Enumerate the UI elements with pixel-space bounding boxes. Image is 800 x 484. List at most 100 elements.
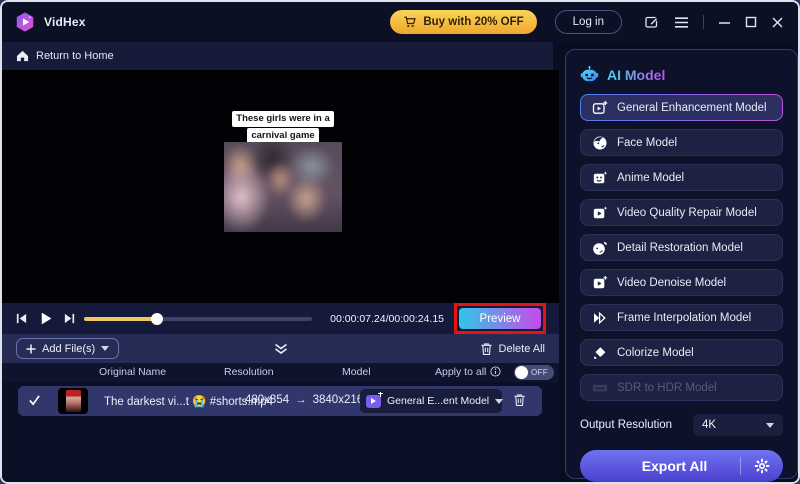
model-item-detail-restoration[interactable]: Detail Restoration Model [580, 234, 783, 261]
video-enhance-mini-icon [366, 391, 383, 408]
frame-interpolation-icon [592, 310, 608, 326]
plus-icon [26, 344, 36, 353]
time-display: 00:00:07.24/00:00:24.15 [330, 312, 444, 325]
model-item-anime[interactable]: Anime Model [580, 164, 783, 191]
video-denoise-icon [592, 275, 608, 291]
play-icon[interactable] [38, 311, 53, 326]
ai-model-panel: AI Model General Enhancement Model Face … [565, 49, 798, 482]
check-icon[interactable] [28, 394, 41, 406]
row-trash-icon[interactable] [513, 393, 526, 407]
export-divider [740, 457, 741, 475]
model-item-face[interactable]: Face Model [580, 129, 783, 156]
hdr-icon: HDR [592, 380, 608, 396]
add-files-label: Add File(s) [42, 342, 96, 355]
model-item-label: SDR to HDR Model [617, 381, 717, 394]
table-row[interactable]: The darkest vi...t 😭 #shorts.mp4 480x854… [18, 386, 542, 416]
video-preview-area: These girls were in a carnival game [2, 70, 559, 303]
model-item-frame-interpolation[interactable]: Frame Interpolation Model [580, 304, 783, 331]
file-toolbar: Add File(s) Delete All [2, 334, 559, 363]
gear-icon[interactable] [754, 458, 770, 474]
output-resolution-row: Output Resolution 4K [580, 414, 783, 436]
delete-all-button[interactable]: Delete All [480, 342, 545, 356]
maximize-icon[interactable] [745, 16, 757, 28]
trash-icon [480, 342, 493, 356]
video-caption-line1: These girls were in a [232, 111, 334, 127]
model-item-label: Frame Interpolation Model [617, 311, 752, 324]
colorize-icon [592, 345, 608, 361]
return-home-button[interactable]: Return to Home [2, 42, 553, 70]
title-bar: VidHex Buy with 20% OFF Log in [2, 2, 798, 42]
output-resolution-select[interactable]: 4K [693, 414, 783, 436]
feedback-icon[interactable] [644, 14, 660, 30]
minimize-icon[interactable] [718, 16, 731, 29]
login-button-label: Log in [572, 16, 604, 28]
header-apply-to-all: Apply to all [435, 366, 501, 378]
model-item-label: General Enhancement Model [617, 101, 767, 114]
video-enhance-icon [592, 100, 608, 116]
header-resolution: Resolution [224, 366, 274, 378]
detail-restoration-icon [592, 240, 608, 256]
resolution-arrow-icon: → [295, 394, 307, 406]
export-all-button[interactable]: Export All [580, 450, 783, 482]
header-model: Model [342, 366, 371, 378]
output-resolution-label: Output Resolution [580, 419, 673, 431]
video-thumbnail [58, 388, 88, 414]
output-resolution-value: 4K [702, 419, 717, 431]
row-model-value: General E...ent Model [387, 395, 490, 407]
chevron-down-icon [766, 422, 774, 428]
next-frame-icon[interactable] [63, 312, 76, 325]
chevron-down-icon [495, 398, 504, 404]
toggle-knob [515, 366, 528, 379]
header-original-name: Original Name [99, 366, 167, 378]
robot-icon [580, 65, 599, 84]
main-area: Return to Home These girls were in a car… [2, 42, 559, 482]
svg-text:HDR: HDR [595, 385, 606, 390]
row-model-dropdown[interactable]: General E...ent Model [360, 389, 504, 413]
app-window: VidHex Buy with 20% OFF Log in Return to… [0, 0, 800, 484]
seek-slider-handle[interactable] [151, 312, 163, 325]
model-item-label: Face Model [617, 136, 678, 149]
model-item-label: Video Quality Repair Model [617, 206, 757, 219]
cart-icon [403, 15, 417, 29]
model-item-label: Anime Model [617, 171, 685, 184]
apply-to-all-label: Apply to all [435, 366, 487, 378]
right-sidebar: AI Model General Enhancement Model Face … [559, 42, 798, 482]
delete-all-label: Delete All [498, 342, 545, 355]
model-item-colorize[interactable]: Colorize Model [580, 339, 783, 366]
file-table-header: Original Name Resolution Model Apply to … [2, 363, 559, 382]
info-icon[interactable] [490, 366, 501, 377]
model-item-video-quality-repair[interactable]: Video Quality Repair Model [580, 199, 783, 226]
collapse-panel-icon[interactable] [273, 343, 288, 355]
previous-frame-icon[interactable] [15, 312, 28, 325]
panel-title: AI Model [607, 66, 666, 83]
annotation-preview-highlight: Preview [454, 303, 546, 334]
close-icon[interactable] [771, 16, 784, 29]
apply-to-all-toggle[interactable]: OFF [514, 365, 554, 380]
login-button[interactable]: Log in [554, 10, 622, 34]
model-item-general-enhancement[interactable]: General Enhancement Model [580, 94, 783, 121]
file-resolution: 480x854 → 3840x2160 [245, 394, 370, 406]
preview-button[interactable]: Preview [459, 308, 541, 329]
video-caption: These girls were in a carnival game [224, 110, 342, 144]
buy-button[interactable]: Buy with 20% OFF [390, 10, 537, 34]
app-title: VidHex [44, 15, 86, 29]
file-list: The darkest vi...t 😭 #shorts.mp4 480x854… [2, 382, 559, 482]
model-item-video-denoise[interactable]: Video Denoise Model [580, 269, 783, 296]
add-files-button[interactable]: Add File(s) [16, 338, 120, 359]
seek-slider-fill [84, 316, 157, 321]
titlebar-divider [703, 15, 704, 29]
return-home-label: Return to Home [36, 50, 114, 62]
preview-button-label: Preview [479, 312, 521, 325]
toggle-state-label: OFF [531, 368, 548, 377]
chevron-down-icon [101, 346, 110, 351]
home-icon [16, 50, 29, 62]
buy-button-label: Buy with 20% OFF [423, 16, 524, 28]
panel-header: AI Model [580, 65, 783, 84]
model-item-label: Video Denoise Model [617, 276, 727, 289]
model-item-sdr-to-hdr[interactable]: HDR SDR to HDR Model [580, 374, 783, 401]
resolution-from: 480x854 [245, 394, 290, 406]
video-repair-icon [592, 205, 608, 221]
menu-icon[interactable] [674, 16, 689, 29]
playback-controls: 00:00:07.24/00:00:24.15 Preview [2, 303, 559, 334]
seek-slider[interactable] [84, 312, 313, 325]
